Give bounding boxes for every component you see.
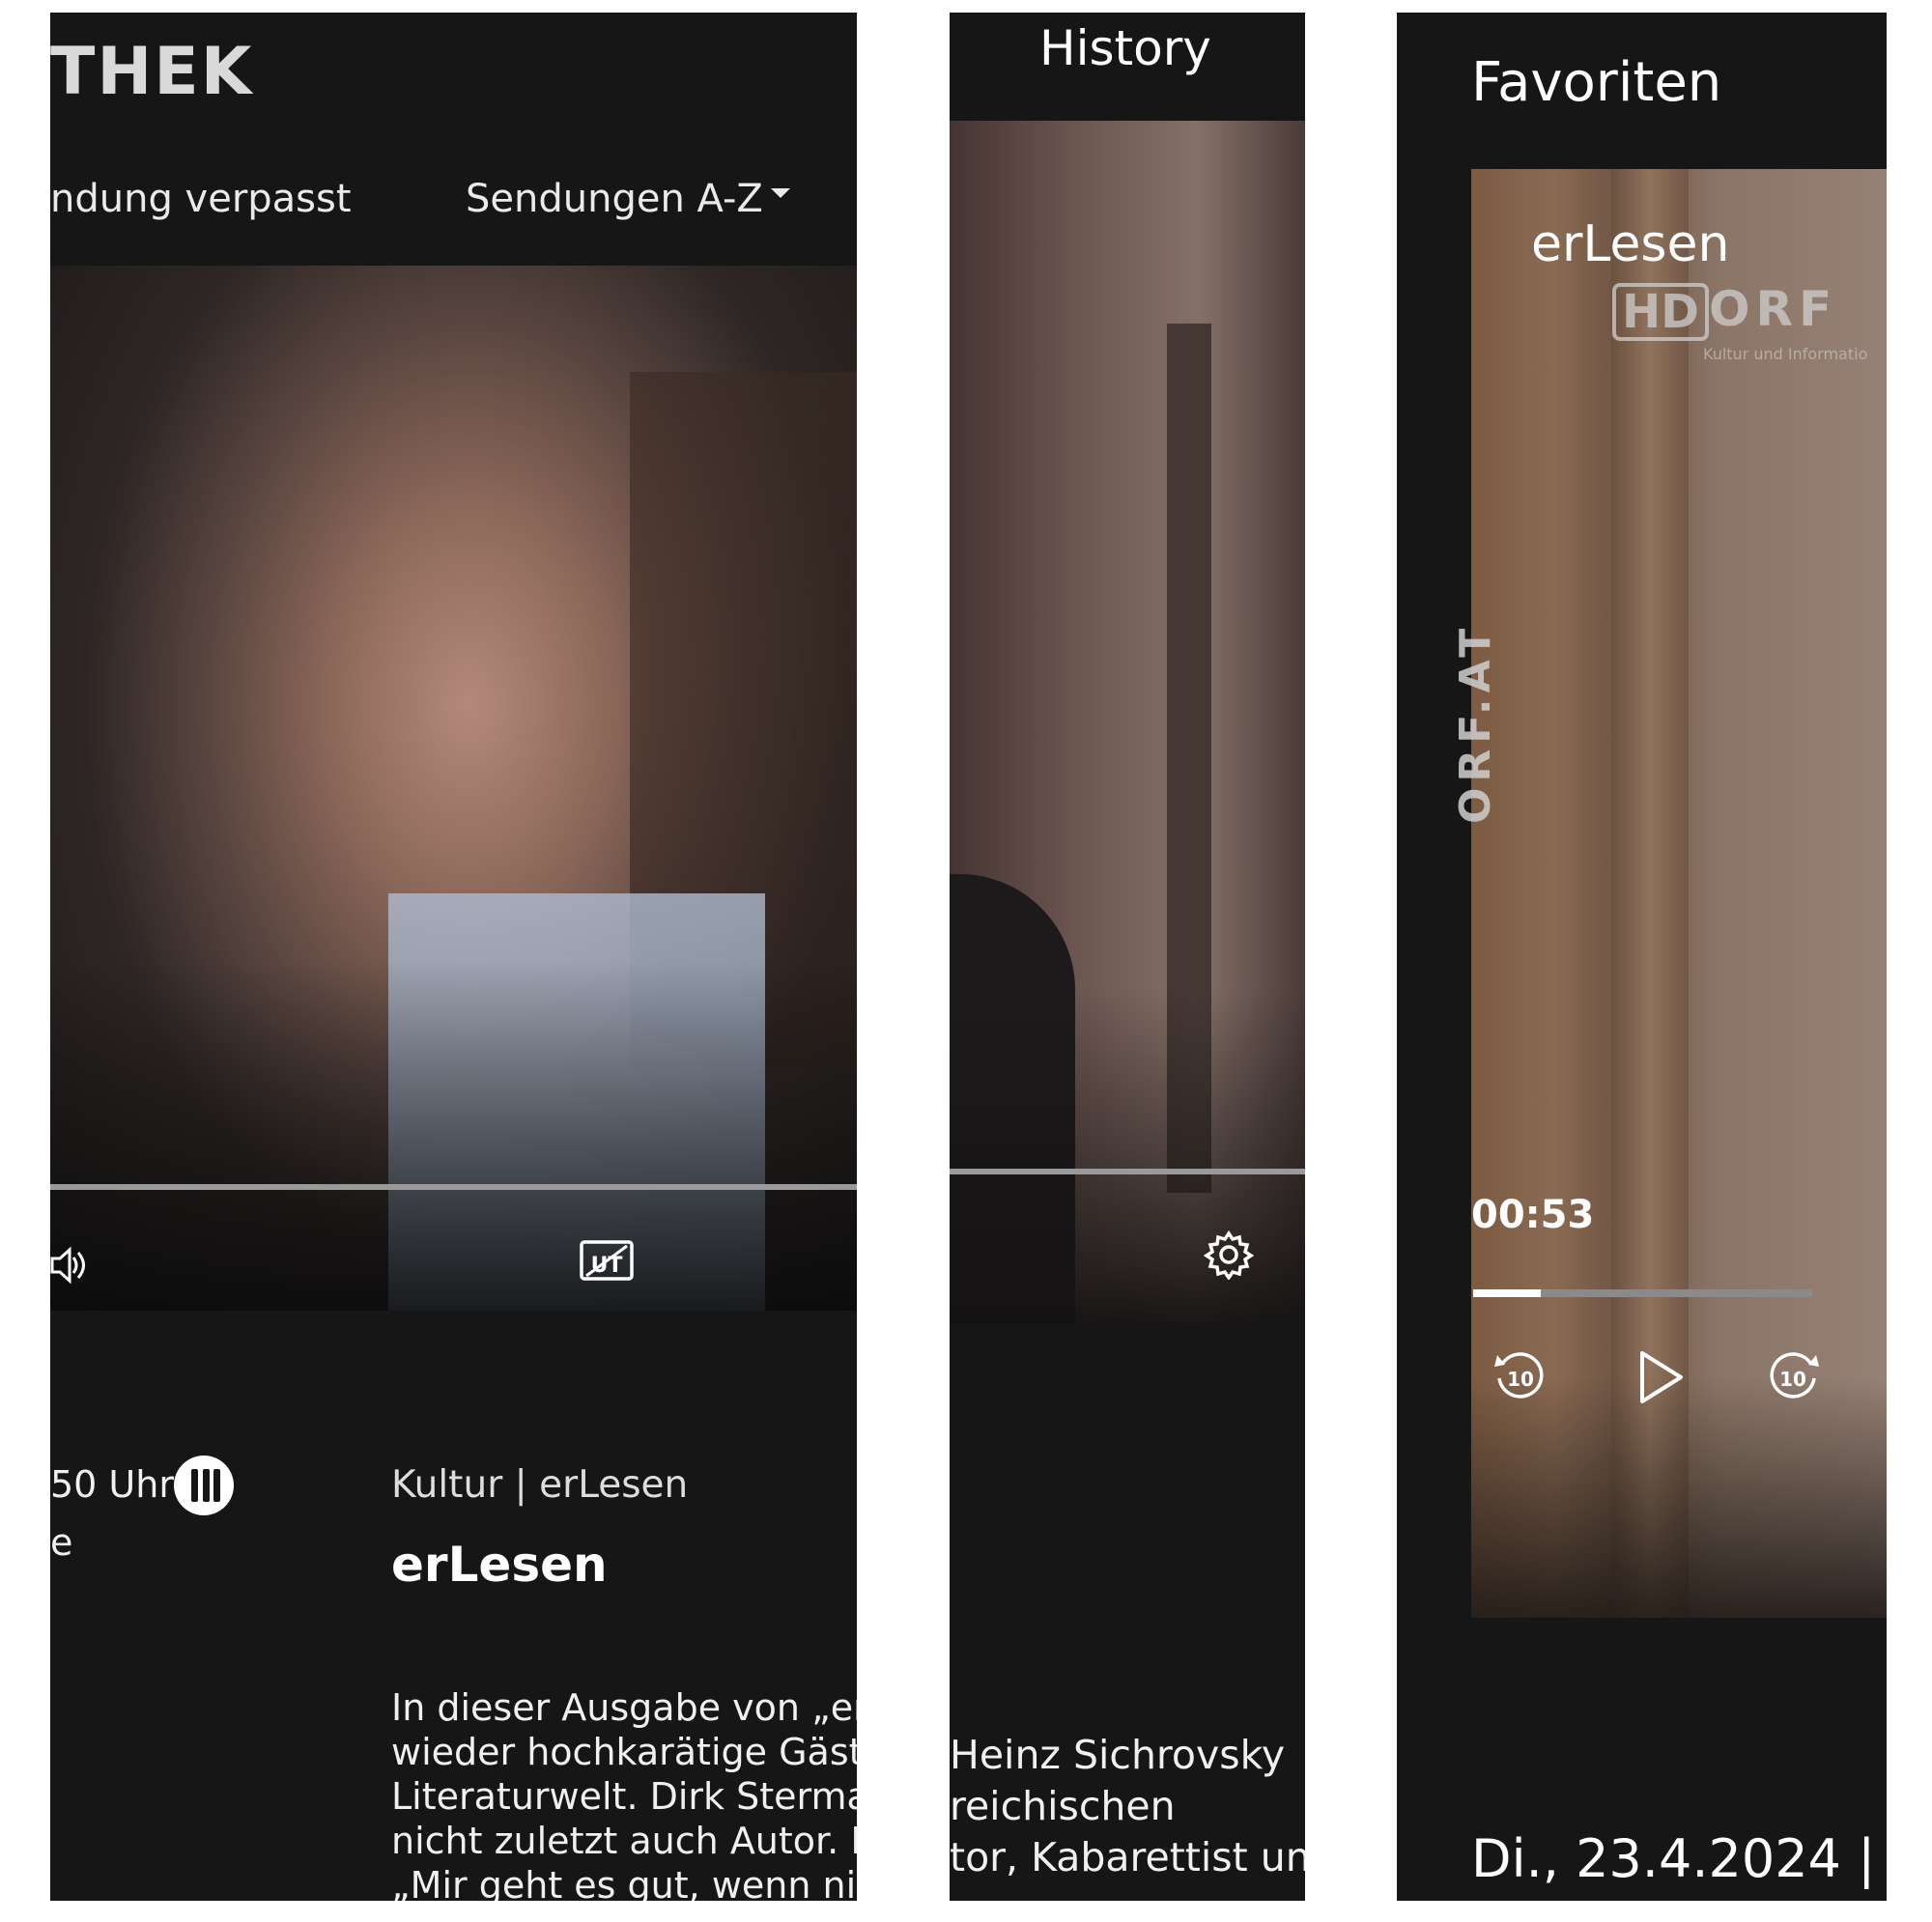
svg-text:10: 10 — [1779, 1368, 1806, 1391]
video-show-label: erLesen — [1531, 215, 1730, 273]
description-line: nicht zuletzt auch Autor. In — [391, 1820, 857, 1862]
video-progress-fill — [1473, 1289, 1542, 1297]
video-progress-bar[interactable] — [1473, 1289, 1812, 1297]
volume-icon[interactable] — [50, 1245, 89, 1286]
description-line: reichischen — [950, 1783, 1176, 1829]
video-player[interactable] — [50, 266, 857, 1311]
favoriten-panel: Favoriten erLesen HD ORF Kultur und Info… — [1397, 13, 1887, 1901]
orf-channel-logo: ORF — [1709, 281, 1838, 337]
nav-sendung-verpasst[interactable]: ndung verpasst — [50, 177, 352, 221]
svg-text:10: 10 — [1507, 1368, 1534, 1391]
description-line: In dieser Ausgabe von „erle — [391, 1686, 857, 1729]
episode-description: In dieser Ausgabe von „erle wieder hochk… — [391, 1685, 857, 1901]
site-logo[interactable]: THEK — [50, 34, 253, 110]
video-progress-bar[interactable] — [950, 1169, 1305, 1174]
orf3-logo-bars — [191, 1469, 220, 1502]
episode-description: Heinz Sichrovsky reichischen tor, Kabare… — [950, 1730, 1305, 1883]
hd-badge: HD — [1612, 283, 1710, 341]
tvthek-panel-left: THEK ndung verpasst Sendungen A-Z UT 50 … — [50, 13, 857, 1901]
orf-channel-logo-subtitle: Kultur und Informatio — [1703, 345, 1868, 363]
gear-icon[interactable] — [1204, 1230, 1254, 1280]
video-controls-shade — [50, 961, 857, 1311]
description-line: wieder hochkarätige Gäste — [391, 1731, 857, 1773]
description-line: tor, Kabarettist un — [950, 1834, 1305, 1880]
playback-time: 00:53 — [1471, 1193, 1595, 1237]
description-line: Literaturwelt. Dirk Sterman — [391, 1775, 857, 1818]
broadcast-time: 50 Uhr — [50, 1463, 174, 1506]
video-progress-bar[interactable] — [50, 1184, 857, 1190]
nav-sendungen-az-label: Sendungen A-Z — [466, 177, 763, 221]
orf-at-watermark: ORF.AT — [1451, 622, 1500, 824]
caret-down-icon — [770, 188, 790, 198]
subtitles-icon[interactable]: UT — [579, 1237, 635, 1284]
history-heading: History — [1039, 20, 1211, 76]
description-line: „Mir geht es gut, wenn nich — [391, 1864, 857, 1901]
video-player[interactable] — [950, 121, 1305, 1323]
favoriten-heading: Favoriten — [1471, 51, 1722, 114]
category-breadcrumb[interactable]: Kultur | erLesen — [391, 1463, 688, 1507]
nav-sendungen-az[interactable]: Sendungen A-Z — [466, 177, 790, 221]
broadcast-subline: e — [50, 1521, 73, 1564]
description-line: Heinz Sichrovsky — [950, 1732, 1286, 1778]
orf3-logo — [174, 1456, 234, 1515]
history-panel: History Heinz Sichrovsky reichischen tor… — [950, 13, 1305, 1901]
rewind-10-icon[interactable]: 10 — [1490, 1347, 1549, 1407]
forward-10-icon[interactable]: 10 — [1764, 1347, 1824, 1407]
episode-title: erLesen — [391, 1537, 608, 1593]
svg-text:UT: UT — [591, 1254, 623, 1278]
broadcast-date: Di., 23.4.2024 | — [1471, 1828, 1876, 1889]
video-controls-shade — [1471, 1376, 1887, 1618]
play-icon[interactable] — [1629, 1347, 1689, 1407]
